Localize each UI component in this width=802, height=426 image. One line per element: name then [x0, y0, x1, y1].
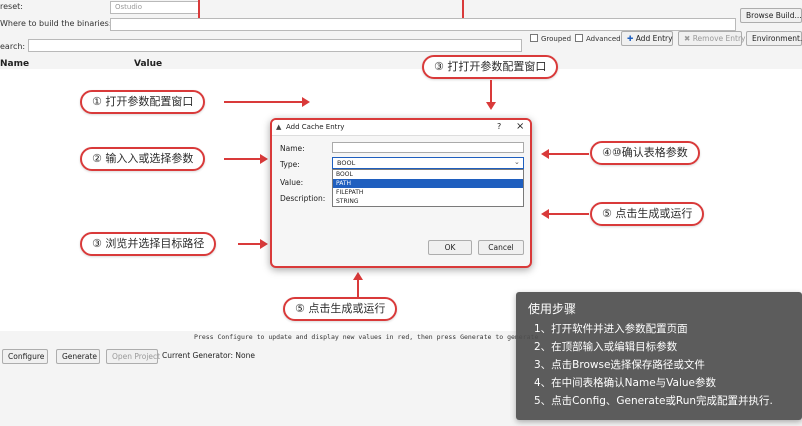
callout-input-param: ② 输入入或选择参数 [80, 147, 206, 171]
remove-entry-label: Remove Entry [692, 34, 746, 43]
arrow-head-icon [302, 97, 310, 107]
arrow-line [549, 153, 589, 155]
cancel-button[interactable]: Cancel [478, 240, 524, 255]
advanced-label: Advanced [586, 35, 621, 43]
preset-field[interactable]: Ostudio [110, 1, 200, 14]
value-label: Value: [280, 178, 304, 187]
arrow-head-icon [541, 209, 549, 219]
grouped-label: Grouped [541, 35, 572, 43]
ok-button[interactable]: OK [428, 240, 472, 255]
callout-confirm-table: ④⑩确认表格参数 [590, 141, 700, 165]
arrow-head-icon [260, 154, 268, 164]
add-entry-button[interactable]: ✚ Add Entry [621, 31, 673, 46]
configure-button[interactable]: Configure [2, 349, 48, 364]
callout-generate-right: ⑤ 点击生成或运行 [590, 202, 705, 226]
arrow-head-icon [486, 102, 496, 110]
app-icon: ▲ [276, 123, 282, 131]
generate-button[interactable]: Generate [56, 349, 100, 364]
arrow-line [224, 158, 262, 160]
usage-steps-panel: 使用步骤 1、打开软件并进入参数配置页面 2、在顶部输入或编辑目标参数 3、点击… [516, 292, 802, 420]
arrow-line [549, 213, 589, 215]
step-item: 2、在顶部输入或编辑目标参数 [534, 341, 678, 353]
step-item: 5、点击Config、Generate或Run完成配置并执行. [534, 395, 773, 407]
arrow-line [224, 101, 304, 103]
arrow-head-icon [541, 149, 549, 159]
search-label: earch: [0, 42, 26, 51]
step-item: 1、打开软件并进入参数配置页面 [534, 323, 688, 335]
advanced-check-icon [575, 34, 583, 42]
arrow-head-icon [353, 272, 363, 280]
type-option-bool[interactable]: BOOL [333, 170, 523, 179]
dialog-titlebar[interactable]: ▲ Add Cache Entry ? × [272, 120, 530, 136]
browse-build-button[interactable]: Browse Build... [740, 8, 802, 23]
name-label: Name: [280, 144, 305, 153]
callout-browse-path: ③ 浏览并选择目标路径 [80, 232, 217, 256]
name-input[interactable] [332, 142, 524, 153]
arrow-head-icon [260, 239, 268, 249]
remove-entry-button[interactable]: ✖ Remove Entry [678, 31, 745, 46]
type-option-path[interactable]: PATH [333, 179, 523, 188]
type-option-string[interactable]: STRING [333, 197, 523, 206]
preset-label: reset: [0, 2, 23, 11]
grouped-check-icon [530, 34, 538, 42]
step-item: 3、点击Browse选择保存路径或文件 [534, 359, 705, 371]
status-message: Press Configure to update and display ne… [194, 333, 539, 341]
chevron-down-icon: ⌄ [514, 158, 520, 166]
search-input[interactable] [28, 39, 522, 52]
type-dropdown-list[interactable]: BOOL PATH FILEPATH STRING [332, 169, 524, 207]
help-button[interactable]: ? [497, 122, 501, 131]
arrow-line [490, 80, 492, 102]
add-cache-entry-dialog[interactable]: ▲ Add Cache Entry ? × Name: Type: BOOL ⌄… [270, 118, 532, 268]
callout-open-config: ① 打开参数配置窗口 [80, 90, 206, 114]
step-item: 4、在中间表格确认Name与Value参数 [534, 377, 716, 389]
add-entry-label: Add Entry [635, 34, 673, 43]
arrow-line [357, 280, 359, 297]
close-button[interactable]: × [516, 121, 524, 132]
callout-generate-bottom: ⑤ 点击生成或运行 [283, 297, 398, 321]
arrow-line [238, 243, 262, 245]
column-name[interactable]: Name [0, 59, 29, 69]
callout-open-config-top: ③ 打打开参数配置窗口 [422, 55, 559, 79]
steps-title: 使用步骤 [528, 302, 577, 316]
remove-icon: ✖ [684, 34, 691, 43]
environment-button[interactable]: Environment... [746, 31, 802, 46]
build-dir-label: Where to build the binaries: [0, 19, 112, 28]
type-selected-value: BOOL [337, 159, 356, 167]
type-option-filepath[interactable]: FILEPATH [333, 188, 523, 197]
dialog-title: Add Cache Entry [286, 123, 345, 131]
current-generator-label: Current Generator: None [162, 351, 255, 360]
open-project-button[interactable]: Open Project [106, 349, 160, 364]
grouped-checkbox[interactable]: Grouped [530, 34, 571, 43]
advanced-checkbox[interactable]: Advanced [575, 34, 621, 43]
description-label: Description: [280, 194, 326, 203]
build-dir-input[interactable] [110, 18, 736, 31]
type-label: Type: [280, 160, 300, 169]
plus-icon: ✚ [627, 34, 634, 43]
column-value[interactable]: Value [134, 59, 162, 69]
type-select[interactable]: BOOL ⌄ [332, 157, 524, 169]
